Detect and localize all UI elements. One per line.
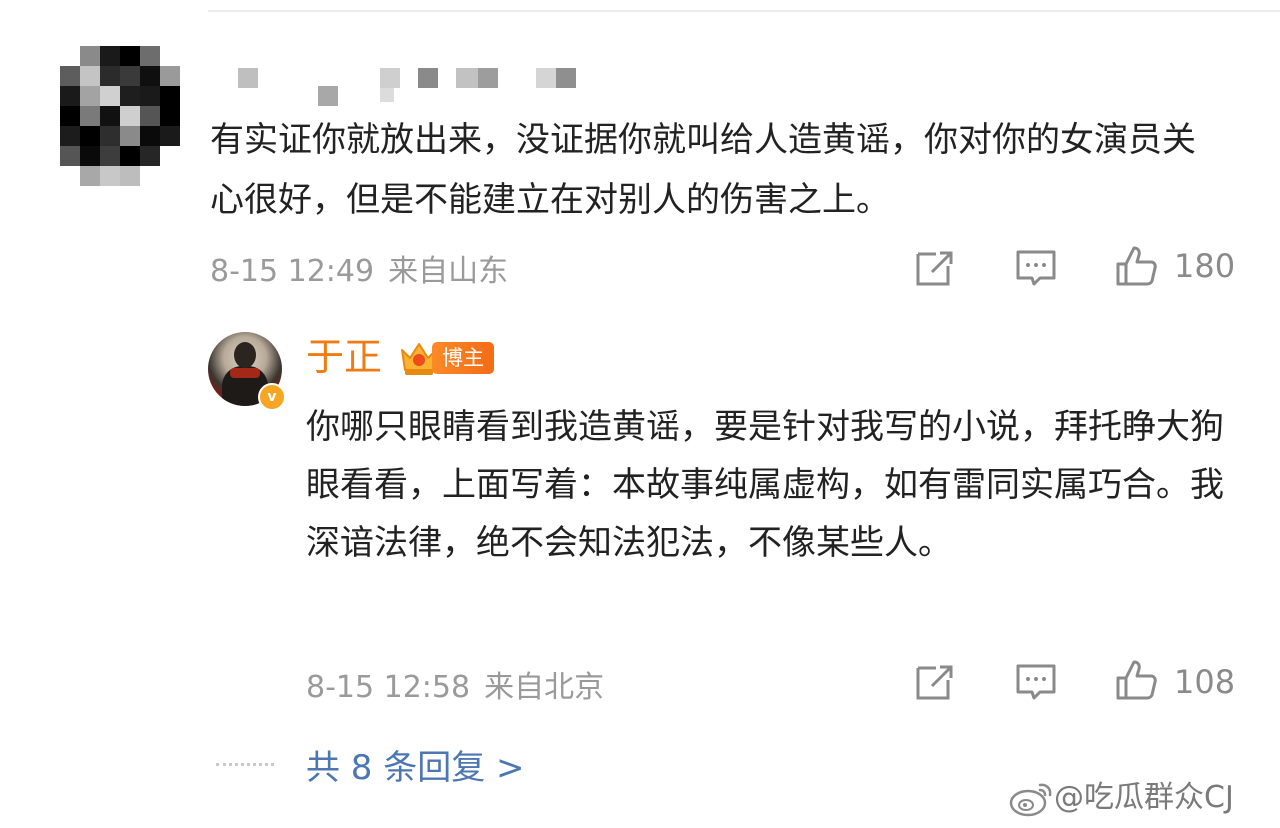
reply-date: 8-15 12:58 xyxy=(306,670,471,705)
comment-thread: 有实证你就放出来，没证据你就叫给人造黄谣，你对你的女演员关心很好，但是不能建立在… xyxy=(0,0,1280,828)
like-count: 180 xyxy=(1174,247,1236,285)
comment-meta: 8-15 12:49 来自山东 xyxy=(210,246,508,289)
share-edit-icon[interactable] xyxy=(912,246,956,290)
reply-author-name[interactable]: 于正 xyxy=(306,332,382,382)
divider xyxy=(208,10,1280,12)
like-count: 108 xyxy=(1174,663,1236,701)
thumbs-up-icon[interactable] xyxy=(1114,244,1158,288)
reply-meta: 8-15 12:58 来自北京 xyxy=(306,662,604,705)
reply-location: 来自北京 xyxy=(484,670,605,705)
watermark: @吃瓜群众CJ xyxy=(1008,774,1234,822)
username-redacted[interactable] xyxy=(230,62,590,106)
watermark-text: @吃瓜群众CJ xyxy=(1054,780,1234,815)
reply-text: 你哪只眼睛看到我造黄谣，要是针对我写的小说，拜托睁大狗眼看看，上面写着：本故事纯… xyxy=(306,407,1224,563)
thumbs-up-icon[interactable] xyxy=(1114,658,1158,702)
weibo-logo-icon xyxy=(1008,780,1054,818)
verified-badge: v xyxy=(258,383,286,411)
divider xyxy=(216,763,274,766)
blogger-badge: 博主 xyxy=(432,342,494,374)
comment-location: 来自山东 xyxy=(388,254,509,289)
view-more-replies-link[interactable]: 共 8 条回复 > xyxy=(306,744,525,792)
avatar[interactable] xyxy=(60,46,180,186)
comment-text: 有实证你就放出来，没证据你就叫给人造黄谣，你对你的女演员关心很好，但是不能建立在… xyxy=(210,120,1196,220)
comment-bubble-icon[interactable] xyxy=(1014,660,1058,704)
share-edit-icon[interactable] xyxy=(912,660,956,704)
comment-date: 8-15 12:49 xyxy=(210,254,375,289)
comment-bubble-icon[interactable] xyxy=(1014,246,1058,290)
